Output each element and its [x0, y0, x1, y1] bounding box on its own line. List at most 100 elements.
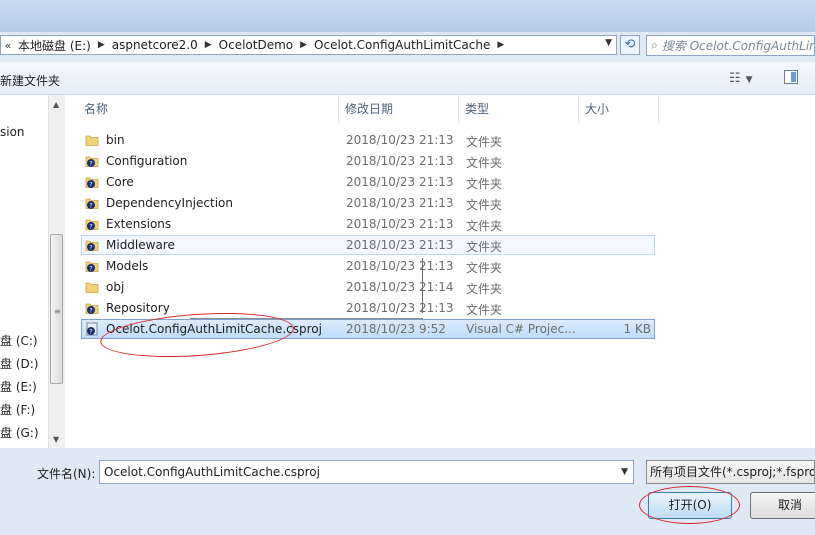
- nav-item-drive-e[interactable]: 盘 (E:): [0, 378, 37, 395]
- column-header-date[interactable]: 修改日期: [339, 95, 459, 123]
- search-input[interactable]: ⌕ 搜索 Ocelot.ConfigAuthLimitCache: [646, 35, 815, 56]
- file-type: 文件夹: [466, 219, 503, 233]
- table-row[interactable]: ? Configuration 2018/10/23 21:13 文件夹: [81, 151, 655, 171]
- file-date: 2018/10/23 21:13: [346, 238, 454, 252]
- file-type: Visual C# Projec...: [466, 322, 576, 336]
- nav-scrollbar[interactable]: ▲ ≡ ▼: [48, 95, 65, 448]
- folder-vcs-icon: ?: [85, 259, 99, 273]
- file-list: ▲ 名称 修改日期 类型 大小 bin2018/10/23 21:13文件夹?C…: [65, 95, 815, 448]
- folder-vcs-icon: ?: [85, 175, 99, 189]
- nav-item[interactable]: sion: [0, 125, 25, 139]
- file-type: 文件夹: [466, 303, 503, 317]
- breadcrumb-separator-icon[interactable]: ▶: [94, 40, 109, 50]
- file-date: 2018/10/23 21:13: [346, 259, 454, 273]
- table-row[interactable]: obj 2018/10/23 21:14 文件夹: [81, 277, 655, 297]
- svg-text:?: ?: [89, 223, 92, 231]
- nav-item-drive-g[interactable]: 盘 (G:): [0, 424, 39, 441]
- file-name: Models: [106, 259, 149, 273]
- svg-text:?: ?: [89, 202, 92, 210]
- refresh-button[interactable]: ⟲: [620, 35, 640, 55]
- folder-vcs-icon: ?: [85, 301, 99, 315]
- file-date: 2018/10/23 21:13: [346, 301, 454, 315]
- nav-item-drive-d[interactable]: 盘 (D:): [0, 355, 38, 372]
- table-row[interactable]: ? DependencyInjection 2018/10/23 21:13 文件夹: [81, 193, 655, 213]
- chevron-down-icon[interactable]: ▼: [746, 75, 753, 85]
- table-row[interactable]: ? Repository 2018/10/23 21:13 文件夹: [81, 298, 655, 318]
- file-name: obj: [106, 280, 125, 294]
- file-type: 文件夹: [466, 282, 503, 296]
- view-options-button[interactable]: ☷ ▼: [729, 71, 753, 86]
- search-placeholder: 搜索 Ocelot.ConfigAuthLimitCache: [661, 39, 814, 53]
- scrollbar-thumb[interactable]: ≡: [50, 234, 63, 384]
- file-type-select[interactable]: 所有项目文件(*.csproj;*.fsproj: [646, 460, 815, 484]
- table-row[interactable]: ? Middleware 2018/10/23 21:13 文件夹: [81, 235, 655, 255]
- column-header-type[interactable]: 类型: [459, 95, 579, 123]
- file-type: 文件夹: [466, 240, 503, 254]
- file-name: Core: [106, 175, 134, 189]
- file-size: 1 KB: [623, 322, 651, 336]
- table-row[interactable]: ? Models 2018/10/23 21:13 文件夹: [81, 256, 655, 276]
- svg-text:?: ?: [89, 328, 92, 336]
- chevron-down-icon[interactable]: ▼: [621, 461, 628, 483]
- table-row[interactable]: ? Core 2018/10/23 21:13 文件夹: [81, 172, 655, 192]
- cancel-button[interactable]: 取消: [750, 492, 815, 519]
- file-type: 文件夹: [466, 156, 503, 170]
- breadcrumb-item[interactable]: aspnetcore2.0: [109, 38, 201, 52]
- file-name: Configuration: [106, 154, 188, 168]
- column-header-name[interactable]: 名称: [78, 95, 339, 123]
- file-type: 文件夹: [466, 261, 503, 275]
- chevron-down-icon[interactable]: ▼: [605, 38, 612, 48]
- filename-label: 文件名(N):: [37, 467, 96, 481]
- breadcrumb-item[interactable]: Ocelot.ConfigAuthLimitCache: [311, 38, 493, 52]
- file-name: Middleware: [106, 238, 175, 252]
- table-row[interactable]: bin 2018/10/23 21:13 文件夹: [81, 130, 655, 150]
- svg-text:?: ?: [89, 160, 92, 168]
- stray-line: [422, 258, 423, 313]
- svg-text:?: ?: [89, 244, 92, 252]
- filename-value: Ocelot.ConfigAuthLimitCache.csproj: [104, 465, 320, 479]
- nav-item-drive-c[interactable]: 盘 (C:): [0, 332, 38, 349]
- file-date: 2018/10/23 21:13: [346, 196, 454, 210]
- folder-vcs-icon: ?: [85, 238, 99, 252]
- breadcrumb-item[interactable]: OcelotDemo: [216, 38, 296, 52]
- folder-icon: [85, 133, 99, 147]
- address-bar[interactable]: « 本地磁盘 (E:) ▶ aspnetcore2.0 ▶ OcelotDemo…: [0, 35, 617, 55]
- scroll-up-icon[interactable]: ▲: [53, 100, 59, 109]
- svg-text:?: ?: [89, 307, 92, 315]
- annotation-circle: [639, 486, 740, 524]
- folder-vcs-icon: ?: [85, 217, 99, 231]
- file-name: Extensions: [106, 217, 172, 231]
- title-bar: [0, 0, 815, 32]
- file-type: 文件夹: [466, 135, 503, 149]
- breadcrumb-item[interactable]: 本地磁盘 (E:): [15, 37, 94, 54]
- file-name: DependencyInjection: [106, 196, 233, 210]
- table-row[interactable]: ? Extensions 2018/10/23 21:13 文件夹: [81, 214, 655, 234]
- grip-icon: ≡: [54, 307, 61, 316]
- folder-icon: [85, 280, 99, 294]
- breadcrumb-separator-icon[interactable]: ▶: [201, 40, 216, 50]
- svg-text:?: ?: [89, 265, 92, 273]
- file-date: 2018/10/23 21:13: [346, 175, 454, 189]
- filename-input[interactable]: Ocelot.ConfigAuthLimitCache.csproj ▼: [99, 460, 634, 484]
- file-date: 2018/10/23 9:52: [346, 322, 446, 336]
- csproj-file-icon: ?: [85, 322, 99, 336]
- breadcrumb-separator-icon[interactable]: ▶: [296, 40, 311, 50]
- preview-pane-icon[interactable]: [784, 70, 798, 84]
- file-date: 2018/10/23 21:13: [346, 217, 454, 231]
- file-date: 2018/10/23 21:13: [346, 154, 454, 168]
- file-type: 文件夹: [466, 198, 503, 212]
- folder-vcs-icon: ?: [85, 154, 99, 168]
- file-date: 2018/10/23 21:14: [346, 280, 454, 294]
- column-header-size[interactable]: 大小: [579, 95, 659, 123]
- scroll-down-icon[interactable]: ▼: [53, 435, 59, 444]
- new-folder-button[interactable]: 新建文件夹: [0, 72, 60, 89]
- nav-item-drive-f[interactable]: 盘 (F:): [0, 401, 35, 418]
- file-type: 文件夹: [466, 177, 503, 191]
- breadcrumb-separator-icon[interactable]: ▶: [493, 40, 508, 50]
- file-name: bin: [106, 133, 125, 147]
- view-list-icon: ☷: [729, 71, 741, 86]
- chevron-left-icon[interactable]: «: [1, 39, 15, 52]
- file-name: Repository: [106, 301, 170, 315]
- file-date: 2018/10/23 21:13: [346, 133, 454, 147]
- folder-vcs-icon: ?: [85, 196, 99, 210]
